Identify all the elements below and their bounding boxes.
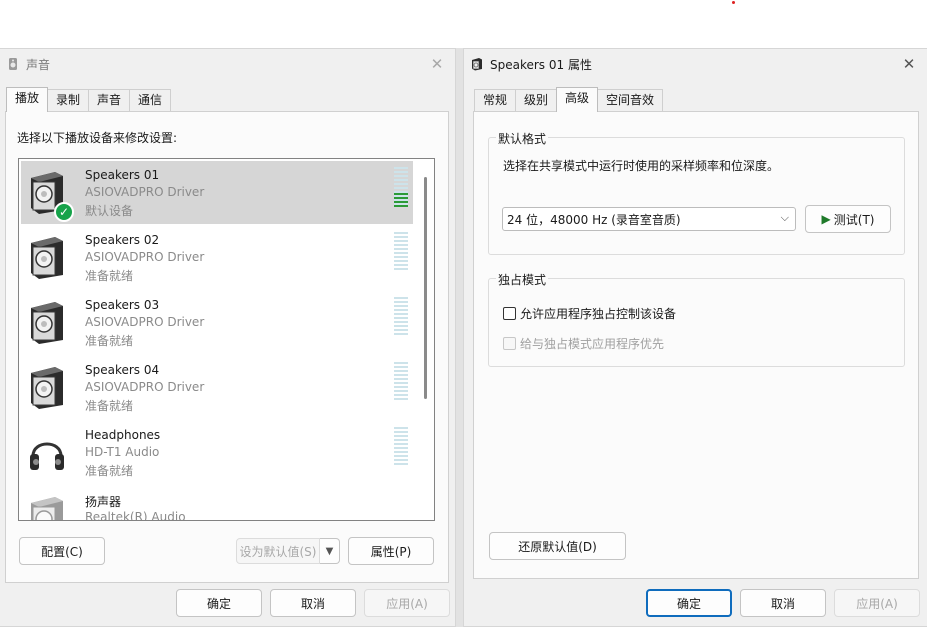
give-priority-checkbox[interactable] — [503, 337, 516, 350]
default-format-group: 默认格式 — [488, 130, 905, 255]
speaker-icon — [27, 300, 67, 346]
device-driver: ASIOVADPRO Driver — [85, 315, 205, 329]
tab-sounds[interactable]: 声音 — [88, 89, 131, 112]
volume-meter — [394, 427, 408, 467]
device-item[interactable]: 扬声器 Realtek(R) Audio — [21, 486, 413, 521]
test-button-label: 测试(T) — [833, 212, 875, 227]
properties-apply-button[interactable]: 应用(A) — [834, 589, 920, 617]
volume-meter — [394, 297, 408, 337]
device-status: 准备就绪 — [85, 399, 134, 413]
restore-defaults-button[interactable]: 还原默认值(D) — [489, 532, 626, 560]
tab-advanced[interactable]: 高级 — [556, 87, 599, 112]
format-select[interactable]: 24 位，48000 Hz (录音室音质) ⌵ — [502, 207, 796, 231]
device-name: Headphones — [85, 428, 161, 442]
headphones-icon — [27, 430, 67, 476]
device-driver: HD-T1 Audio — [85, 445, 160, 459]
tab-levels[interactable]: 级别 — [515, 89, 558, 112]
device-driver: Realtek(R) Audio — [85, 510, 186, 521]
sound-cancel-button[interactable]: 取消 — [270, 589, 356, 617]
speaker-icon — [27, 235, 67, 281]
set-default-dropdown-icon[interactable]: ▼ — [320, 538, 340, 564]
allow-exclusive-label: 允许应用程序独占控制该设备 — [520, 307, 677, 321]
tab-playback[interactable]: 播放 — [6, 87, 49, 112]
tab-spatial-sound[interactable]: 空间音效 — [597, 89, 664, 112]
properties-ok-button[interactable]: 确定 — [646, 589, 732, 617]
tab-general[interactable]: 常规 — [474, 89, 517, 112]
sound-dialog-close-icon[interactable]: ✕ — [427, 54, 447, 74]
device-driver: ASIOVADPRO Driver — [85, 380, 205, 394]
properties-cancel-button[interactable]: 取消 — [740, 589, 826, 617]
device-driver: ASIOVADPRO Driver — [85, 185, 205, 199]
properties-tabs: 常规 级别 高级 空间音效 — [474, 87, 664, 112]
speaker-icon — [27, 495, 67, 520]
allow-exclusive-row[interactable]: 允许应用程序独占控制该设备 — [503, 305, 676, 322]
properties-titlebar[interactable]: Speakers 01 属性 ✕ — [464, 49, 927, 79]
default-check-icon: ✓ — [54, 202, 74, 222]
volume-meter — [394, 167, 408, 207]
tab-recording[interactable]: 录制 — [47, 89, 90, 112]
configure-button[interactable]: 配置(C) — [19, 537, 105, 565]
playback-device-list[interactable]: ✓ Speakers 01 ASIOVADPRO Driver 默认设备 Spe… — [18, 158, 435, 521]
playback-instruction: 选择以下播放设备来修改设置: — [17, 131, 178, 145]
set-default-button[interactable]: 设为默认值(S) — [236, 538, 320, 564]
device-name: Speakers 01 — [85, 168, 160, 182]
device-name: Speakers 03 — [85, 298, 160, 312]
sound-dialog: 声音 ✕ 播放 录制 声音 通信 选择以下播放设备来修改设置: ✓ Speake… — [0, 48, 456, 627]
sound-dialog-titlebar[interactable]: 声音 ✕ — [0, 49, 455, 79]
give-priority-row[interactable]: 给与独占模式应用程序优先 — [503, 335, 664, 352]
device-item[interactable]: ✓ Speakers 01 ASIOVADPRO Driver 默认设备 — [21, 161, 413, 224]
test-button[interactable]: ▶ 测试(T) — [805, 205, 891, 233]
give-priority-label: 给与独占模式应用程序优先 — [520, 337, 665, 351]
properties-button[interactable]: 属性(P) — [348, 537, 434, 565]
device-status: 准备就绪 — [85, 334, 134, 348]
default-format-label: 默认格式 — [496, 130, 549, 147]
set-default-split-button: 设为默认值(S) ▼ — [236, 538, 340, 564]
properties-title: Speakers 01 属性 — [490, 57, 592, 72]
sound-apply-button[interactable]: 应用(A) — [364, 589, 450, 617]
speaker-title-icon — [470, 57, 484, 71]
sound-tabs: 播放 录制 声音 通信 — [6, 87, 172, 112]
exclusive-mode-group: 独占模式 — [488, 271, 905, 367]
volume-meter — [394, 362, 408, 402]
device-item[interactable]: Speakers 04 ASIOVADPRO Driver 准备就绪 — [21, 356, 413, 419]
play-icon: ▶ — [821, 212, 831, 226]
window-gap — [456, 48, 463, 627]
device-status: 默认设备 — [85, 204, 134, 218]
speaker-icon — [27, 365, 67, 411]
sound-dialog-title: 声音 — [26, 57, 51, 72]
speaker-properties-dialog: Speakers 01 属性 ✕ 常规 级别 高级 空间音效 默认格式 选择在共… — [463, 48, 927, 627]
sound-ok-button[interactable]: 确定 — [176, 589, 262, 617]
device-name: Speakers 04 — [85, 363, 160, 377]
device-list-scrollbar[interactable] — [424, 177, 427, 399]
device-status: 准备就绪 — [85, 269, 134, 283]
device-name: 扬声器 — [85, 495, 122, 509]
allow-exclusive-checkbox[interactable] — [503, 307, 516, 320]
chevron-down-icon: ⌵ — [780, 211, 789, 224]
format-select-value: 24 位，48000 Hz (录音室音质) — [507, 212, 681, 227]
device-status: 准备就绪 — [85, 464, 134, 478]
red-dot — [732, 1, 735, 4]
device-name: Speakers 02 — [85, 233, 160, 247]
default-format-description: 选择在共享模式中运行时使用的采样频率和位深度。 — [503, 159, 780, 173]
device-driver: ASIOVADPRO Driver — [85, 250, 205, 264]
sound-dialog-icon — [6, 57, 20, 71]
device-item[interactable]: Speakers 02 ASIOVADPRO Driver 准备就绪 — [21, 226, 413, 289]
exclusive-mode-label: 独占模式 — [496, 271, 549, 288]
properties-close-icon[interactable]: ✕ — [899, 54, 919, 74]
device-item[interactable]: Speakers 03 ASIOVADPRO Driver 准备就绪 — [21, 291, 413, 354]
volume-meter — [394, 232, 408, 272]
tab-communications[interactable]: 通信 — [129, 89, 172, 112]
device-item[interactable]: Headphones HD-T1 Audio 准备就绪 — [21, 421, 413, 484]
